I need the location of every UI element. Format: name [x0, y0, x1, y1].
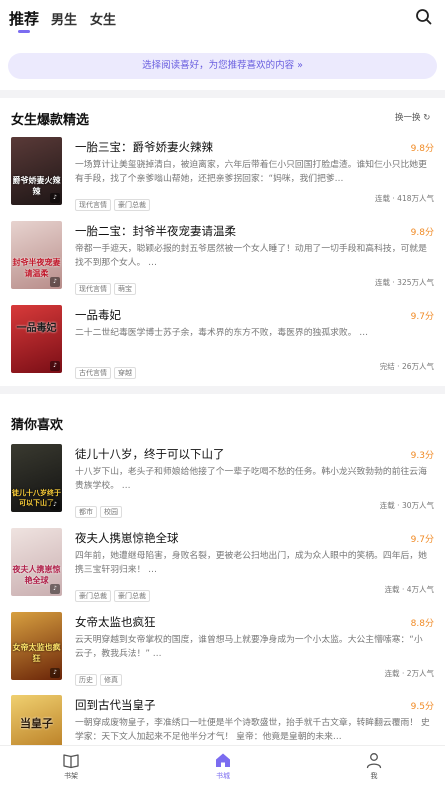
book-tag: 历史 [75, 674, 97, 686]
book-meta: 完结 · 26万人气 [379, 362, 434, 371]
book-title: 一品毒妃 [75, 308, 121, 322]
book-card[interactable]: 女帝太监也疯狂 ♪ 女帝太监也疯狂 8.8分 云天明穿越到女帝掌权的国度，谁曾想… [0, 612, 445, 692]
book-description: 二十二世纪毒医学博士苏子余，毒术界的东方不败，毒医界的独孤求败。 … [75, 328, 369, 338]
book-tag: 现代言情 [75, 283, 111, 295]
book-score: 9.8分 [410, 228, 434, 238]
book-tag: 现代言情 [75, 199, 111, 211]
book-tags: 现代言情 萌宝 [75, 276, 139, 295]
refresh-label: 换一换 [395, 113, 421, 123]
book-card[interactable]: 封爷半夜宠妻请温柔 ♪ 一胎二宝：封爷半夜宠妻请温柔 9.8分 帝都一手遮天，聪… [0, 221, 445, 301]
book-tags: 历史 修真 [75, 667, 125, 686]
book-title: 回到古代当皇子 [75, 698, 156, 712]
book-card[interactable]: 当皇子 回到古代当皇子 9.5分 一朝穿成废物皇子，李准绣口一吐便是半个诗歌盛世… [0, 695, 445, 745]
divider [0, 90, 445, 98]
book-tag: 穿越 [114, 367, 136, 379]
nav-me[interactable]: 我 [354, 751, 394, 781]
audio-badge-icon: ♪ [50, 193, 60, 203]
book-score: 9.3分 [410, 451, 434, 461]
book-tag: 萌宝 [114, 283, 136, 295]
book-score: 9.7分 [410, 312, 434, 322]
cover-title: 女帝太监也疯狂 [12, 643, 61, 663]
cover-title: 一品毒妃 [16, 323, 57, 334]
user-icon [366, 753, 382, 769]
book-meta: 连载 · 30万人气 [379, 501, 434, 510]
preference-banner[interactable]: 选择阅读喜好，为您推荐喜欢的内容 » [8, 53, 437, 79]
book-cover: 封爷半夜宠妻请温柔 ♪ [11, 221, 62, 289]
search-icon[interactable] [414, 7, 434, 27]
book-tag: 豪门总裁 [75, 590, 111, 602]
book-cover: 徒儿十八岁终于可以下山了 ♪ [11, 444, 62, 512]
bottom-nav: 书架 书城 我 [0, 745, 445, 785]
active-tab-indicator [18, 30, 30, 33]
book-meta: 连载 · 418万人气 [375, 194, 434, 203]
audio-badge-icon: ♪ [50, 668, 60, 678]
cover-title: 夜夫人携崽惊艳全球 [12, 565, 61, 585]
divider [0, 386, 445, 394]
book-meta: 连载 · 2万人气 [384, 669, 434, 678]
home-icon [216, 753, 230, 767]
book-description: 四年前，她遭继母陷害，身败名裂，更被老公扫地出门，成为众人眼中的笑柄。四年后，她… [75, 551, 427, 575]
tab-female[interactable]: 女生 [90, 9, 116, 28]
tab-male[interactable]: 男生 [51, 9, 77, 28]
book-description: 一朝穿成废物皇子，李准绣口一吐便是半个诗歌盛世，抬手就千古文章，转眸翻云覆雨！ … [75, 718, 430, 742]
book-cover: 当皇子 [11, 695, 62, 745]
tab-recommend[interactable]: 推荐 [9, 8, 39, 29]
book-title: 一胎三宝：爵爷娇妻火辣辣 [75, 140, 213, 154]
book-title: 女帝太监也疯狂 [75, 615, 156, 629]
top-tab-bar: 推荐 男生 女生 [0, 0, 445, 42]
book-card[interactable]: 夜夫人携崽惊艳全球 ♪ 夜夫人携崽惊艳全球 9.7分 四年前，她遭继母陷害，身败… [0, 528, 445, 608]
book-meta: 连载 · 325万人气 [375, 278, 434, 287]
book-description: 一场算计让美玺骁掉清白，被迫离家，六年后带着仨小只回国打脸虐渣。谁知仨小只比她更… [75, 160, 427, 184]
nav-label: 书城 [216, 772, 230, 780]
book-tag: 豪门总裁 [114, 199, 150, 211]
book-card[interactable]: 徒儿十八岁终于可以下山了 ♪ 徒儿十八岁，终于可以下山了 9.3分 十八岁下山，… [0, 444, 445, 524]
nav-label: 书架 [64, 772, 78, 780]
nav-bookstore[interactable]: 书城 [203, 751, 243, 781]
book-cover: 女帝太监也疯狂 ♪ [11, 612, 62, 680]
book-meta: 连载 · 4万人气 [384, 585, 434, 594]
book-card[interactable]: 一品毒妃 ♪ 一品毒妃 9.7分 二十二世纪毒医学博士苏子余，毒术界的东方不败，… [0, 305, 445, 385]
book-tags: 现代言情 豪门总裁 [75, 192, 153, 211]
cover-title: 当皇子 [20, 717, 53, 730]
book-tag: 古代言情 [75, 367, 111, 379]
book-title: 夜夫人携崽惊艳全球 [75, 531, 179, 545]
book-tag: 修真 [100, 674, 122, 686]
book-tags: 豪门总裁 豪门总裁 [75, 583, 153, 602]
nav-label: 我 [370, 772, 378, 780]
audio-badge-icon: ♪ [50, 277, 60, 287]
book-score: 9.7分 [410, 535, 434, 545]
book-description: 十八岁下山，老头子和师娘给他接了个一辈子吃喝不愁的任务。韩小龙兴致勃勃的前往云海… [75, 467, 427, 491]
book-tags: 都市 校园 [75, 499, 125, 518]
book-open-icon [63, 754, 79, 769]
nav-bookshelf[interactable]: 书架 [51, 751, 91, 781]
book-tag: 豪门总裁 [114, 590, 150, 602]
book-cover: 一品毒妃 ♪ [11, 305, 62, 373]
refresh-icon: ↻ [423, 113, 431, 123]
book-score: 8.8分 [410, 619, 434, 629]
book-score: 9.8分 [410, 144, 434, 154]
book-tag: 校园 [100, 506, 122, 518]
refresh-button[interactable]: 换一换 ↻ [395, 111, 430, 123]
book-score: 9.5分 [410, 702, 434, 712]
section-title-guess-you-like: 猜你喜欢 [11, 418, 64, 433]
book-description: 云天明穿越到女帝掌权的国度，谁曾想马上就要净身成为一个小太监。大公主懵嗦寒：“小… [75, 635, 423, 659]
book-tags: 古代言情 穿越 [75, 360, 139, 379]
section-title-hot-female: 女生爆款精选 [11, 113, 90, 128]
book-description: 帝都一手遮天，聪颖必报的封五爷居然被一个女人睡了！动用了一切手段和高科技，可就是… [75, 244, 427, 268]
book-tag: 都市 [75, 506, 97, 518]
book-card[interactable]: 爵爷娇妻火辣辣 ♪ 一胎三宝：爵爷娇妻火辣辣 9.8分 一场算计让美玺骁掉清白，… [0, 137, 445, 217]
book-title: 一胎二宝：封爷半夜宠妻请温柔 [75, 224, 236, 238]
audio-badge-icon: ♪ [50, 500, 60, 510]
book-cover: 夜夫人携崽惊艳全球 ♪ [11, 528, 62, 596]
book-title: 徒儿十八岁，终于可以下山了 [75, 447, 225, 461]
book-cover: 爵爷娇妻火辣辣 ♪ [11, 137, 62, 205]
audio-badge-icon: ♪ [50, 584, 60, 594]
cover-title: 封爷半夜宠妻请温柔 [12, 258, 61, 278]
audio-badge-icon: ♪ [50, 361, 60, 371]
